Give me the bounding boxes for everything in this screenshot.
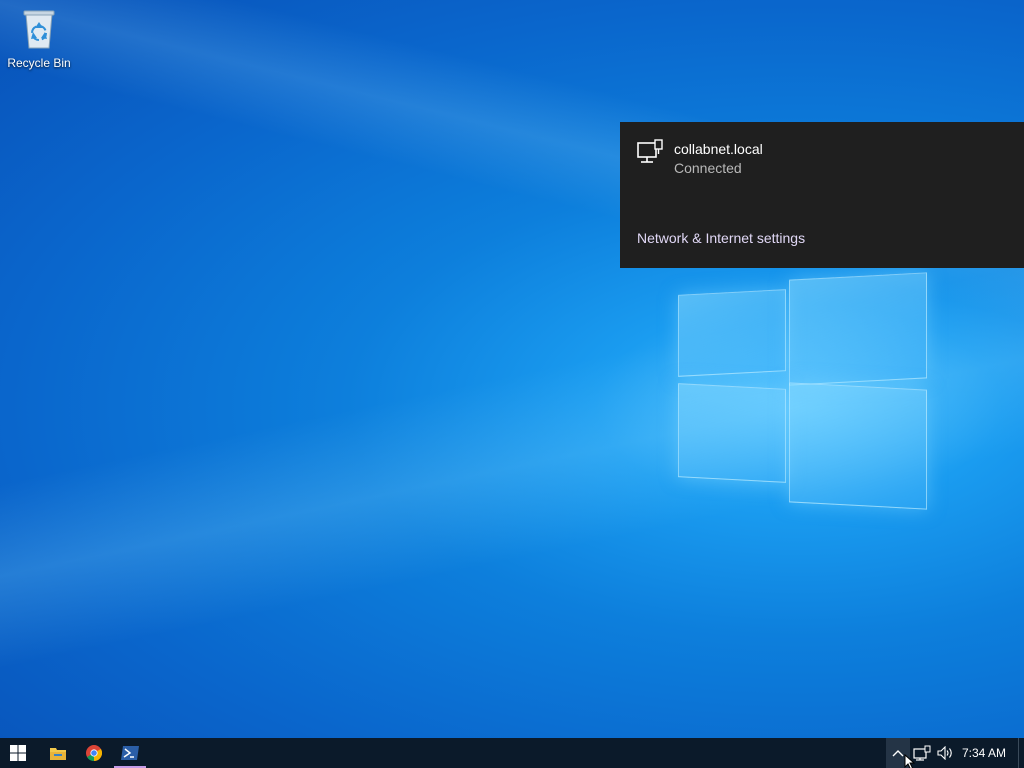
network-text: collabnet.local Connected — [674, 138, 763, 176]
network-status: Connected — [674, 160, 742, 176]
desktop-icon-recycle-bin[interactable]: Recycle Bin — [4, 8, 74, 70]
taskbar: 7:34 AM — [0, 738, 1024, 768]
powershell-icon — [121, 746, 139, 760]
taskbar-chrome[interactable] — [76, 738, 112, 768]
chrome-icon — [86, 745, 102, 761]
chevron-up-icon — [892, 750, 904, 757]
show-desktop-button[interactable] — [1018, 738, 1024, 768]
mouse-cursor-icon — [904, 754, 916, 768]
windows-start-icon — [10, 745, 26, 761]
network-item[interactable]: collabnet.local Connected — [636, 138, 763, 176]
wired-network-icon — [637, 139, 663, 163]
taskbar-powershell[interactable] — [112, 738, 148, 768]
tray-volume-button[interactable] — [934, 738, 958, 768]
desktop-background — [0, 0, 1024, 738]
network-flyout: collabnet.local Connected Network & Inte… — [620, 122, 1024, 268]
file-explorer-icon — [50, 748, 66, 760]
recycle-bin-icon — [23, 10, 55, 49]
taskbar-file-explorer[interactable] — [40, 738, 76, 768]
windows-logo-wallpaper — [678, 268, 928, 513]
volume-icon — [937, 746, 952, 760]
recycle-bin-label: Recycle Bin — [7, 56, 71, 70]
network-internet-settings-link[interactable]: Network & Internet settings — [637, 230, 805, 246]
tray-clock[interactable]: 7:34 AM — [962, 738, 1006, 768]
start-button[interactable] — [0, 738, 36, 768]
network-name: collabnet.local — [674, 141, 763, 157]
